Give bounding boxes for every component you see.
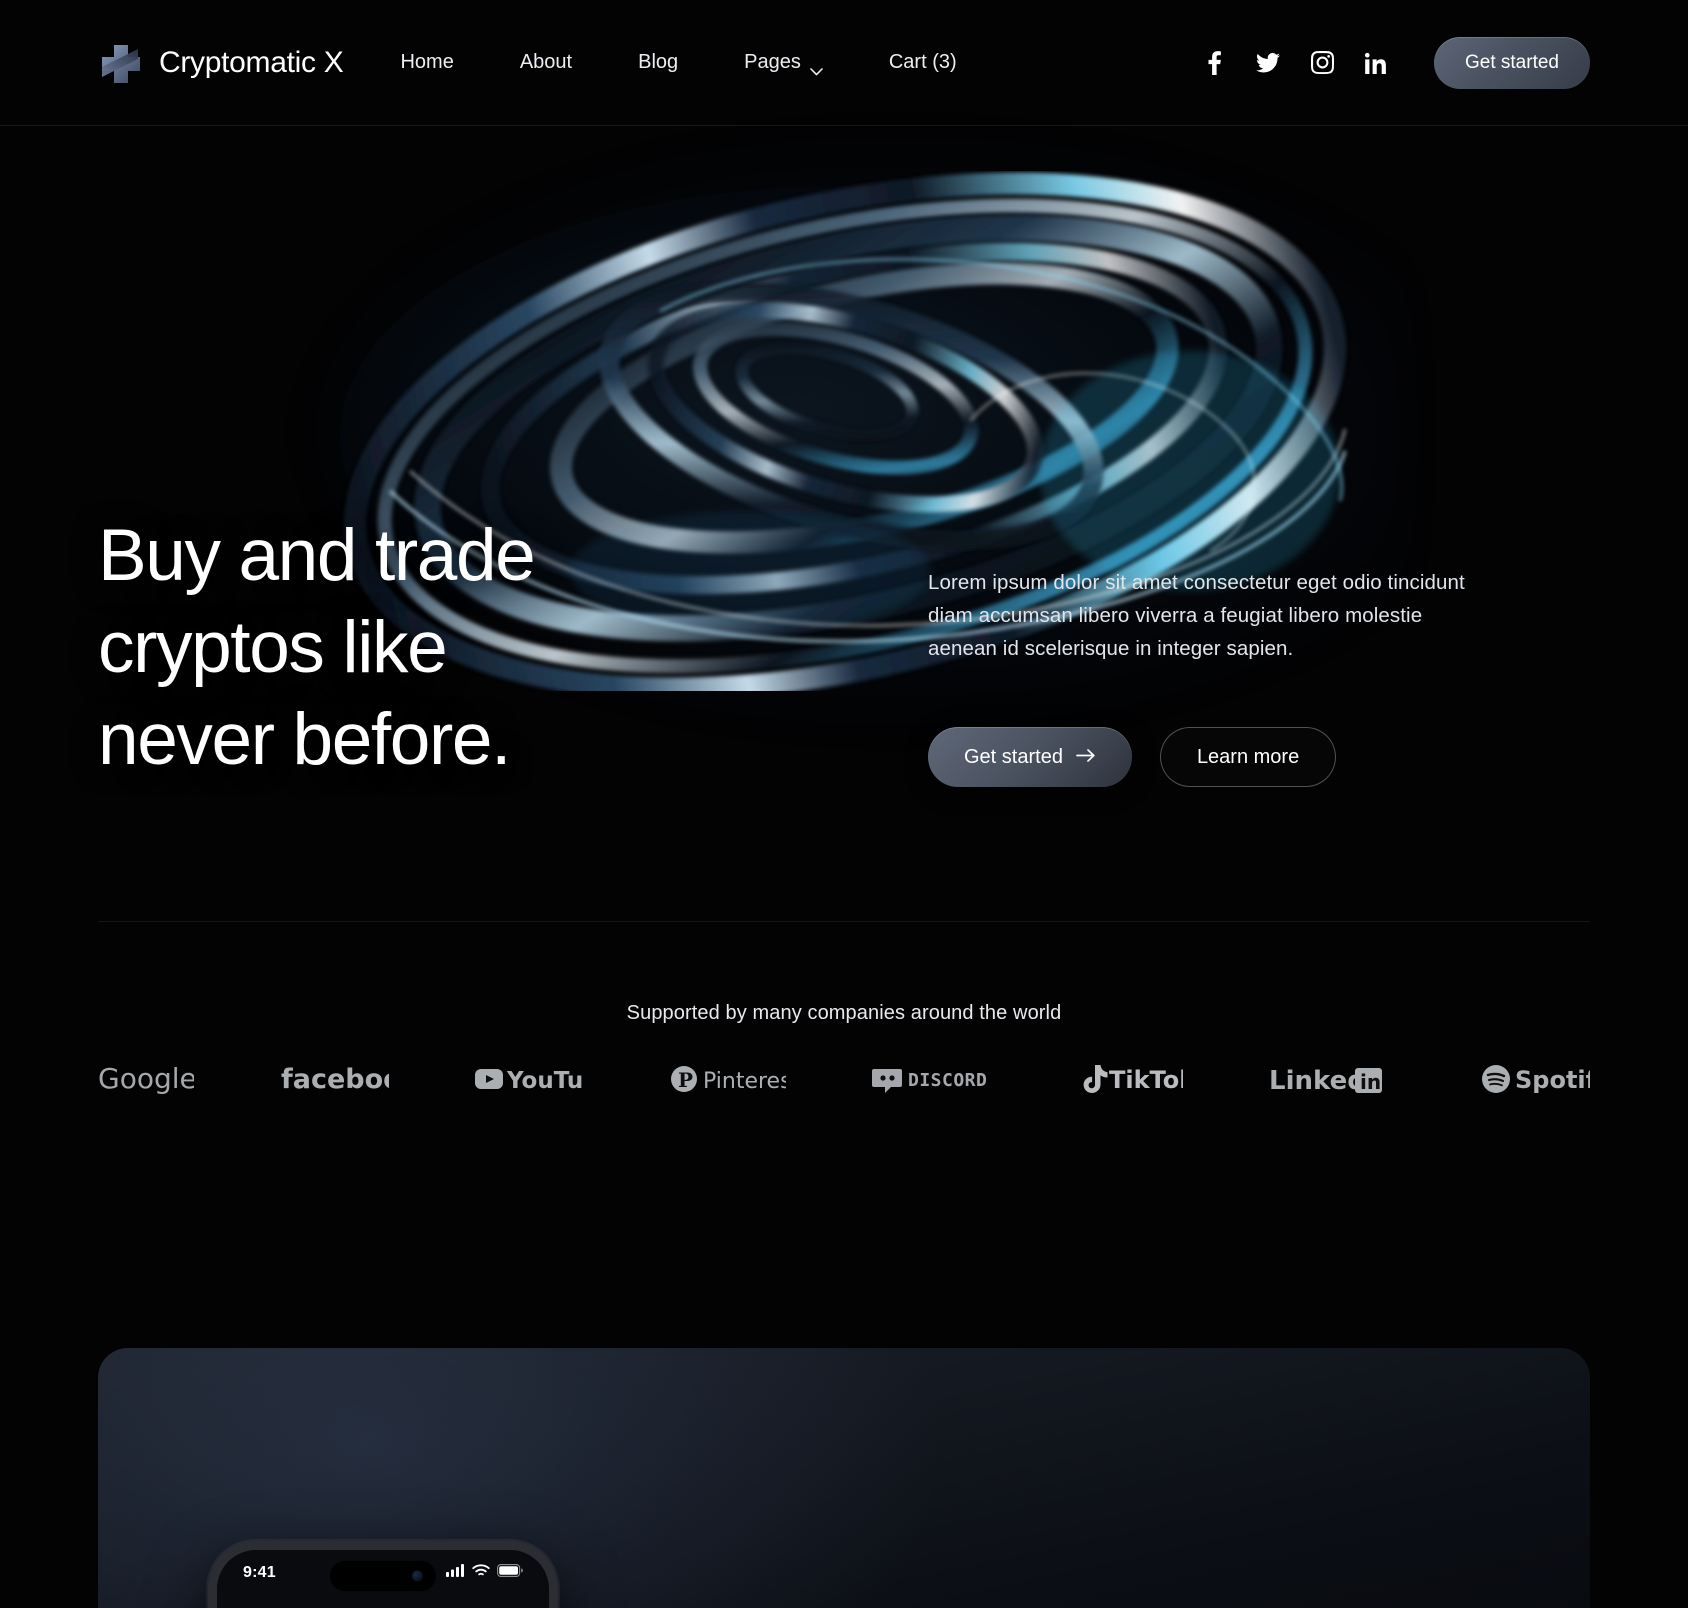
phone-screen: 9:41 <box>217 1550 549 1608</box>
hero-title-line: never before. <box>98 699 511 780</box>
nav-item-label: Pages <box>744 51 801 73</box>
hero-divider <box>98 921 1590 922</box>
partner-logo-row: Google facebook YouTube P Pi <box>0 1057 1688 1101</box>
wifi-icon <box>472 1564 490 1582</box>
arrow-right-icon <box>1076 746 1096 769</box>
brand[interactable]: Cryptomatic X <box>98 41 344 85</box>
status-icons <box>446 1564 523 1582</box>
hero-learn-more-button[interactable]: Learn more <box>1159 727 1337 787</box>
hero-paragraph: Lorem ipsum dolor sit amet consectetur e… <box>928 571 1465 660</box>
nav-item-label: Home <box>400 51 454 73</box>
svg-text:TikTok: TikTok <box>1109 1066 1183 1094</box>
partners-section: Supported by many companies around the w… <box>0 1002 1688 1101</box>
header-actions: Get started <box>1187 36 1590 89</box>
social-links <box>1187 46 1403 80</box>
app-showcase-panel: 9:41 <box>98 1348 1590 1608</box>
linkedin-logo-icon: Linked in <box>1269 1057 1393 1101</box>
nav-item-label: About <box>519 51 573 73</box>
svg-text:Linked: Linked <box>1269 1066 1366 1096</box>
pinterest-logo-icon: P Pinterest <box>670 1057 786 1101</box>
nav-item-pages[interactable]: Pages <box>711 51 856 75</box>
instagram-icon[interactable] <box>1303 46 1341 80</box>
hero-title-line: cryptos like <box>98 607 448 688</box>
nav-item-label: Cart (3) <box>888 51 957 73</box>
nav-item-blog[interactable]: Blog <box>605 51 711 74</box>
partners-title: Supported by many companies around the w… <box>626 1002 1062 1024</box>
twitter-icon[interactable] <box>1249 46 1287 80</box>
status-time: 9:41 <box>243 1564 276 1581</box>
nav-item-cart[interactable]: Cart (3) <box>856 51 990 74</box>
svg-text:DISCORD: DISCORD <box>908 1070 987 1091</box>
site-header: Cryptomatic X Home About Blog Pages Cart… <box>0 0 1688 126</box>
cellular-signal-icon <box>446 1564 465 1582</box>
svg-text:in: in <box>1360 1070 1381 1094</box>
tiktok-logo-icon: TikTok <box>1075 1057 1183 1101</box>
hero-cta-group: Get started Learn more <box>928 727 1476 787</box>
front-camera-icon <box>412 1570 423 1582</box>
nav-item-home[interactable]: Home <box>400 51 486 74</box>
phone-mockup: 9:41 <box>208 1541 558 1608</box>
hero-title: Buy and trade cryptos like never before. <box>98 510 536 786</box>
svg-text:YouTube: YouTube <box>506 1068 583 1094</box>
brand-name: Cryptomatic X <box>159 45 344 79</box>
landing-page: Cryptomatic X Home About Blog Pages Cart… <box>0 0 1688 1608</box>
svg-text:Spotify: Spotify <box>1515 1066 1590 1094</box>
discord-logo-icon: DISCORD <box>872 1057 988 1101</box>
hero-content-right: Lorem ipsum dolor sit amet consectetur e… <box>928 566 1476 787</box>
svg-text:Google: Google <box>98 1062 194 1095</box>
spotify-logo-icon: Spotify <box>1480 1057 1590 1101</box>
nav-item-about[interactable]: About <box>487 51 605 74</box>
svg-text:facebook: facebook <box>281 1064 389 1095</box>
battery-icon <box>497 1564 523 1582</box>
hero-get-started-label: Get started <box>964 745 1063 768</box>
linkedin-icon[interactable] <box>1357 46 1395 80</box>
facebook-logo-icon: facebook <box>281 1057 389 1101</box>
main-nav: Home About Blog Pages Cart (3) <box>400 51 990 75</box>
hero-section: Buy and trade cryptos like never before.… <box>0 121 1688 988</box>
svg-text:P: P <box>678 1068 693 1092</box>
hero-get-started-button[interactable]: Get started <box>928 727 1132 787</box>
header-get-started-button[interactable]: Get started <box>1434 36 1590 89</box>
hero-title-line: Buy and trade <box>98 515 536 596</box>
chevron-down-icon <box>810 59 823 75</box>
cryptomatic-cross-logo-icon <box>98 41 142 85</box>
facebook-icon[interactable] <box>1195 46 1233 80</box>
nav-item-label: Blog <box>638 51 679 73</box>
dynamic-island <box>330 1561 436 1591</box>
youtube-logo-icon: YouTube <box>475 1057 583 1101</box>
google-logo-icon: Google <box>98 1057 194 1101</box>
svg-text:Pinterest: Pinterest <box>703 1069 786 1094</box>
